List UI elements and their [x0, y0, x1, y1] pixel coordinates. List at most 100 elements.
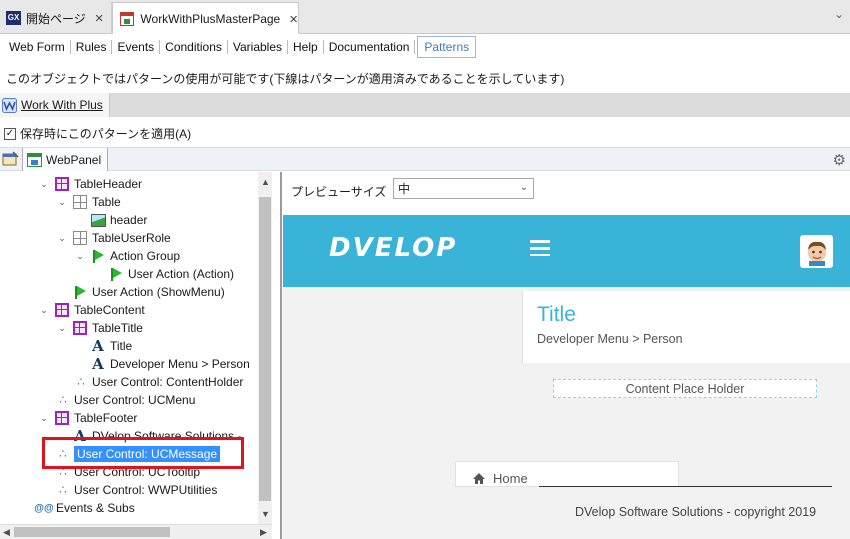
hamburger-menu-icon[interactable]	[530, 240, 550, 256]
tree-item-label: header	[110, 213, 148, 227]
tab-help[interactable]: Help	[288, 40, 324, 54]
events-icon: @@	[34, 502, 54, 514]
preview-size-select[interactable]: 中 ⌄	[393, 178, 534, 199]
avatar[interactable]	[800, 235, 833, 268]
webpanel-icon	[120, 12, 135, 26]
tab-webpanel-instance[interactable]: WebPanel	[22, 148, 109, 171]
close-icon[interactable]: ×	[95, 10, 104, 27]
tree-item-label: User Control: WWPUtilities	[74, 483, 218, 497]
tab-start-page[interactable]: GX 開始ページ ×	[0, 2, 112, 34]
table-icon	[54, 411, 70, 425]
tree-item-uc-contentholder[interactable]: ∴ User Control: ContentHolder	[56, 373, 243, 391]
scroll-left-icon[interactable]: ◀	[3, 527, 10, 538]
tab-documentation[interactable]: Documentation	[324, 40, 416, 54]
tree-item-header[interactable]: header	[74, 211, 147, 229]
tab-webpanel-label: WebPanel	[46, 152, 102, 167]
tree-item-tablecontent[interactable]: ⌄ TableContent	[38, 301, 145, 319]
expand-toggle-icon[interactable]: ⌄	[38, 305, 50, 316]
scroll-up-icon[interactable]: ▲	[261, 177, 270, 187]
tree-item-label: TableUserRole	[92, 231, 171, 245]
tree-item-label: Title	[110, 339, 133, 353]
tab-workwithplus-masterpage[interactable]: WorkWithPlusMasterPage ×	[112, 2, 299, 35]
dvelop-logo: DVELOP	[329, 233, 458, 263]
content-placeholder: Content Place Holder	[553, 379, 817, 398]
chevron-down-icon: ⌄	[519, 182, 528, 193]
expand-toggle-icon[interactable]: ⌄	[74, 251, 86, 262]
tree-item-uc-ucmenu[interactable]: ∴ User Control: UCMenu	[38, 391, 195, 409]
tab-patterns[interactable]: Patterns	[417, 36, 477, 58]
user-control-icon: ∴	[59, 483, 67, 497]
tree-item-user-action-showmenu[interactable]: User Action (ShowMenu)	[56, 283, 225, 301]
table-icon	[72, 195, 88, 209]
tab-start-page-label: 開始ページ	[26, 11, 86, 26]
tree-item-table[interactable]: ⌄ Table	[56, 193, 121, 211]
pattern-instance-tree[interactable]: ⌄ TableHeader ⌄ Table header ⌄ TableUserRol…	[0, 172, 272, 524]
object-part-tabs: Web Form Rules Events Conditions Variabl…	[0, 34, 850, 60]
tab-rules[interactable]: Rules	[71, 40, 113, 54]
apply-on-save-checkbox[interactable]: ✓	[4, 127, 16, 140]
tree-item-label: TableTitle	[92, 321, 143, 335]
content-placeholder-label: Content Place Holder	[625, 381, 745, 396]
scroll-right-icon[interactable]: ▶	[260, 527, 267, 538]
apply-on-save-label: 保存時にこのパターンを適用(A)	[20, 127, 192, 141]
tab-work-with-plus-label: Work With Plus	[21, 98, 103, 112]
tab-conditions[interactable]: Conditions	[160, 40, 228, 54]
tree-vertical-scroll-thumb[interactable]	[259, 197, 271, 501]
webpanel-icon	[27, 152, 42, 167]
expand-toggle-icon[interactable]: ⌄	[56, 233, 68, 244]
home-label: Home	[493, 471, 528, 486]
tab-web-form[interactable]: Web Form	[4, 40, 71, 54]
flag-icon	[90, 249, 106, 263]
tree-item-user-action-action[interactable]: User Action (Action)	[92, 265, 234, 283]
preview-size-label: プレビューサイズ	[291, 185, 387, 199]
pattern-info-message: このオブジェクトではパターンの使用が可能です(下線はパターンが適用済みであること…	[6, 72, 565, 86]
pattern-tab-bar	[0, 93, 850, 117]
tree-item-action-group[interactable]: ⌄ Action Group	[74, 247, 180, 265]
instance-toolbar	[0, 147, 850, 171]
tab-events[interactable]: Events	[112, 40, 161, 54]
properties-icon[interactable]	[2, 151, 19, 169]
apply-on-save-row[interactable]: ✓ 保存時にこのパターンを適用(A)	[4, 125, 191, 142]
table-icon	[54, 177, 70, 191]
tab-masterpage-label: WorkWithPlusMasterPage	[140, 12, 281, 26]
divider	[539, 486, 832, 487]
expand-toggle-icon[interactable]: ⌄	[56, 323, 68, 334]
close-icon[interactable]: ×	[289, 11, 298, 28]
page-title: Title	[537, 303, 576, 326]
document-tab-bar: GX 開始ページ × WorkWithPlusMasterPage × ⌄	[0, 0, 850, 35]
tree-item-tablefooter[interactable]: ⌄ TableFooter	[38, 409, 137, 427]
user-avatar-icon	[807, 241, 826, 266]
tree-item-tabletitle[interactable]: ⌄ TableTitle	[56, 319, 143, 337]
tree-item-tableheader[interactable]: ⌄ TableHeader	[38, 175, 142, 193]
gear-icon[interactable]: ⚙	[833, 151, 846, 169]
tree-item-uc-wwputilities[interactable]: ∴ User Control: WWPUtilities	[38, 481, 217, 499]
tree-item-label: TableFooter	[74, 411, 138, 425]
title-container	[522, 291, 850, 363]
tree-item-label: Table	[92, 195, 121, 209]
text-block-icon: A	[92, 337, 104, 355]
tree-item-label: User Action (Action)	[128, 267, 235, 281]
tab-variables[interactable]: Variables	[228, 40, 289, 54]
tree-item-title[interactable]: A Title	[74, 337, 132, 355]
footer-text: DVelop Software Solutions - copyright 20…	[575, 505, 817, 519]
expand-toggle-icon[interactable]: ⌄	[38, 179, 50, 190]
tree-item-label: Developer Menu > Person	[110, 357, 250, 371]
expand-toggle-icon[interactable]: ⌄	[38, 413, 50, 424]
wwp-pattern-icon	[2, 97, 17, 113]
flag-icon	[72, 285, 88, 299]
tree-item-breadcrumb-text[interactable]: A Developer Menu > Person	[74, 355, 250, 373]
breadcrumb: Developer Menu > Person	[537, 332, 683, 346]
scroll-down-icon[interactable]: ▼	[261, 509, 270, 519]
tree-item-label: TableHeader	[74, 177, 143, 191]
home-link[interactable]: Home	[472, 471, 528, 486]
chevron-down-icon[interactable]: ⌄	[834, 7, 844, 21]
tree-item-label: User Control: ContentHolder	[92, 375, 244, 389]
user-control-icon: ∴	[59, 393, 67, 407]
highlight-box	[42, 437, 244, 469]
tree-item-tableuserrole[interactable]: ⌄ TableUserRole	[56, 229, 171, 247]
tree-horizontal-scroll-thumb[interactable]	[14, 527, 170, 537]
home-icon	[473, 473, 485, 484]
tree-item-events-subs[interactable]: @@ Events & Subs	[20, 499, 134, 517]
tab-work-with-plus[interactable]: Work With Plus	[0, 93, 110, 117]
expand-toggle-icon[interactable]: ⌄	[56, 197, 68, 208]
